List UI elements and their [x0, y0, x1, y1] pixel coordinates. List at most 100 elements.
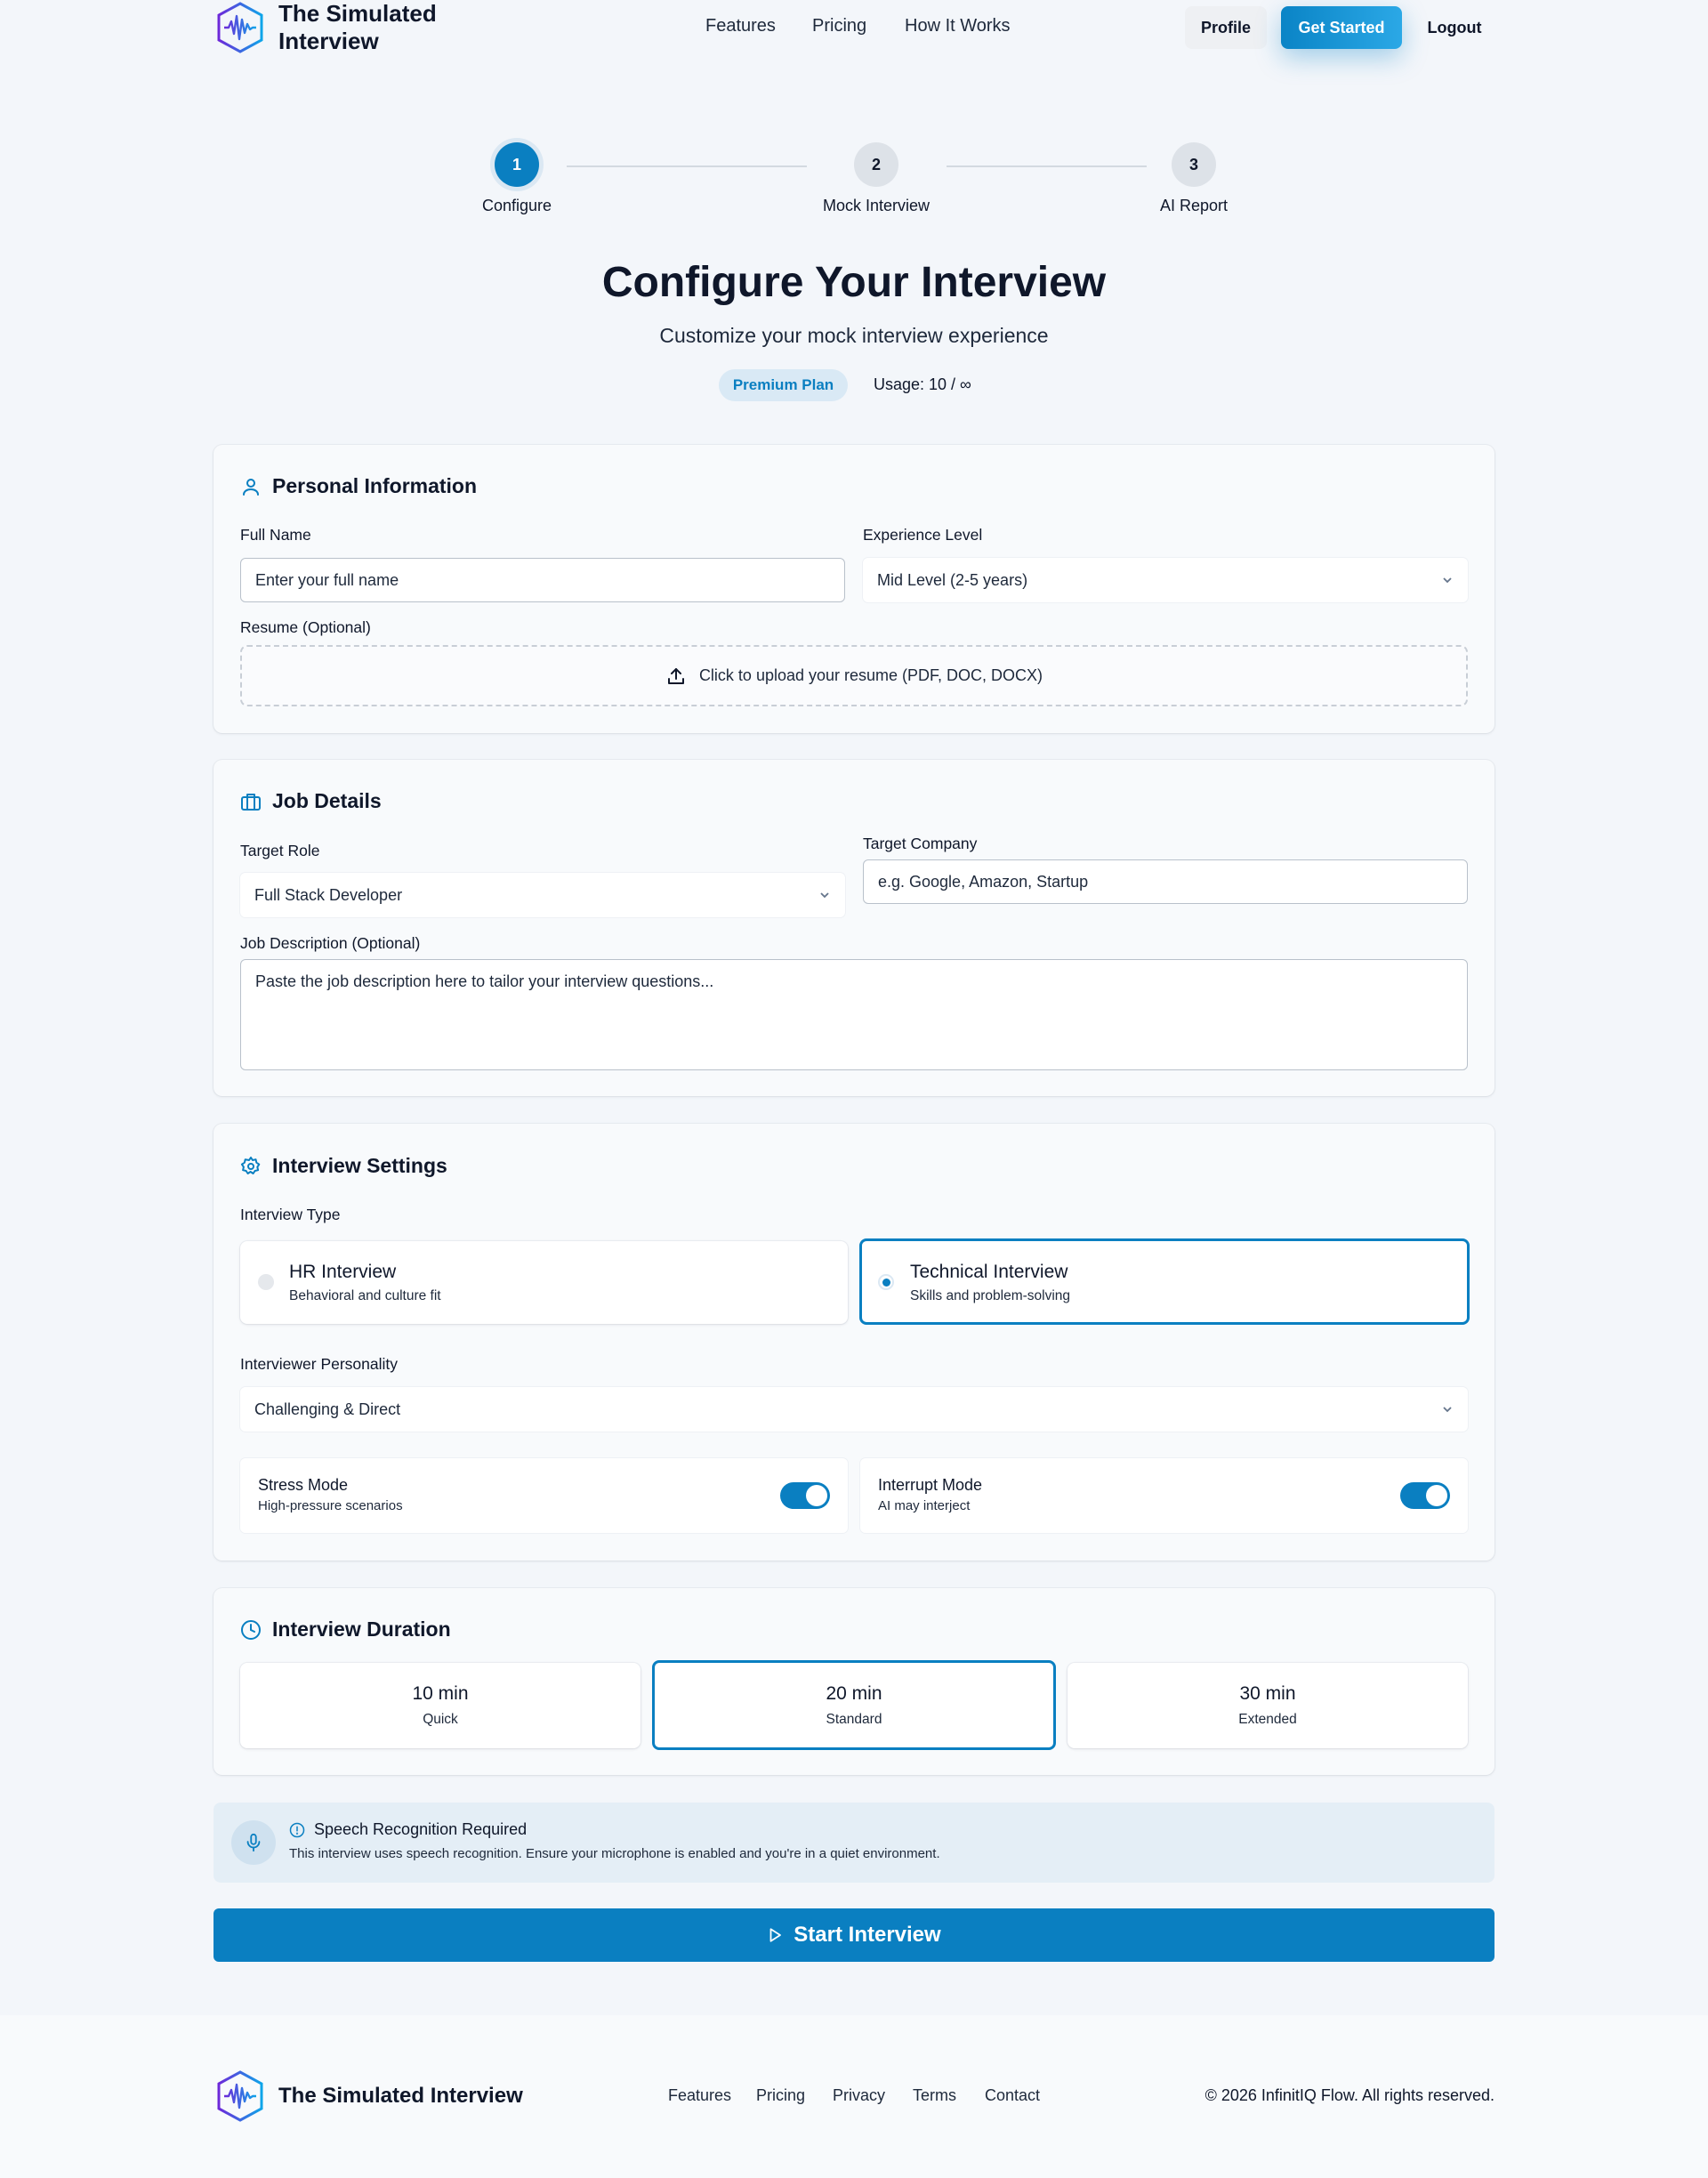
footer-link-contact[interactable]: Contact [985, 2086, 1040, 2105]
start-interview-label: Start Interview [794, 1923, 941, 1947]
target-company-label: Target Company [863, 835, 978, 852]
clock-icon [240, 1619, 262, 1641]
step-3-label: AI Report [1159, 197, 1229, 214]
full-name-label: Full Name [240, 526, 311, 544]
step-connector-2 [947, 165, 1147, 167]
step-3-circle: 3 [1172, 142, 1216, 187]
footer-link-features[interactable]: Features [668, 2086, 731, 2105]
duration-option-10[interactable]: 10 min Quick [240, 1663, 640, 1748]
experience-level-label: Experience Level [863, 526, 983, 544]
step-1-circle: 1 [495, 142, 539, 187]
stress-mode-title: Stress Mode [258, 1476, 349, 1494]
duration-label: Standard [826, 1711, 882, 1727]
duration-value: 20 min [826, 1682, 882, 1704]
page-title: Configure Your Interview [601, 259, 1107, 306]
footer-link-privacy[interactable]: Privacy [833, 2086, 885, 2105]
microphone-icon [244, 1833, 263, 1852]
interview-duration-header: Interview Duration [240, 1617, 451, 1642]
technical-interview-option[interactable]: Technical Interview Skills and problem-s… [859, 1238, 1470, 1325]
footer-brand-name: The Simulated Interview [278, 2084, 523, 2108]
chevron-down-icon [818, 889, 831, 901]
personal-information-header: Personal Information [240, 474, 477, 498]
interviewer-personality-select[interactable]: Challenging & Direct [240, 1387, 1468, 1432]
notice-title: Speech Recognition Required [314, 1820, 528, 1838]
user-icon [240, 476, 262, 497]
microphone-badge [231, 1820, 276, 1865]
step-2-circle: 2 [854, 142, 898, 187]
duration-label: Quick [423, 1712, 458, 1727]
target-role-select[interactable]: Full Stack Developer [240, 873, 845, 917]
resume-upload-text: Click to upload your resume (PDF, DOC, D… [698, 666, 1043, 684]
hr-interview-radio[interactable] [258, 1274, 274, 1290]
page-subtitle: Customize your mock interview experience [659, 324, 1049, 347]
start-interview-button[interactable]: Start Interview [214, 1908, 1494, 1962]
interrupt-mode-toggle[interactable] [1400, 1482, 1450, 1509]
interview-duration-title: Interview Duration [272, 1617, 451, 1641]
interviewer-personality-label: Interviewer Personality [240, 1355, 399, 1373]
target-role-value: Full Stack Developer [254, 885, 403, 904]
stress-mode-row: Stress Mode High-pressure scenarios [240, 1458, 848, 1533]
footer: The Simulated Interview Features Pricing… [0, 2015, 1708, 2178]
footer-link-pricing[interactable]: Pricing [756, 2086, 805, 2105]
waveform-logo-icon [214, 2070, 266, 2122]
copyright: © 2026 InfinitIQ Flow. All rights reserv… [1204, 2086, 1494, 2104]
target-role-label: Target Role [240, 842, 320, 859]
waveform-logo-icon [214, 2, 266, 53]
profile-button[interactable]: Profile [1185, 6, 1267, 49]
nav-features[interactable]: Features [705, 16, 776, 36]
technical-interview-desc: Skills and problem-solving [910, 1288, 1071, 1303]
briefcase-icon [240, 791, 262, 812]
hr-interview-title: HR Interview [289, 1262, 397, 1282]
notice-text: This interview uses speech recognition. … [289, 1846, 940, 1861]
job-description-label: Job Description (Optional) [240, 934, 421, 952]
step-1-label: Configure [481, 197, 552, 214]
full-name-input[interactable]: Enter your full name [240, 558, 845, 602]
info-icon [289, 1822, 305, 1838]
nav-pricing[interactable]: Pricing [812, 16, 866, 36]
hr-interview-desc: Behavioral and culture fit [289, 1288, 441, 1303]
job-description-textarea[interactable]: Paste the job description here to tailor… [240, 959, 1468, 1070]
upload-icon [665, 666, 687, 687]
duration-value: 30 min [1239, 1683, 1296, 1704]
gear-icon [240, 1156, 262, 1177]
plan-badge: Premium Plan [719, 369, 848, 401]
duration-label: Extended [1238, 1712, 1297, 1727]
get-started-button[interactable]: Get Started [1281, 6, 1402, 49]
hr-interview-option[interactable]: HR Interview Behavioral and culture fit [240, 1241, 848, 1324]
interview-type-label: Interview Type [240, 1206, 341, 1223]
experience-level-value: Mid Level (2-5 years) [877, 570, 1028, 589]
technical-interview-radio[interactable] [878, 1274, 894, 1290]
logout-button[interactable]: Logout [1418, 6, 1491, 49]
job-details-header: Job Details [240, 789, 382, 813]
chevron-down-icon [1441, 574, 1454, 586]
footer-logo[interactable]: The Simulated Interview [214, 2070, 523, 2122]
step-connector-1 [567, 165, 807, 167]
interview-settings-title: Interview Settings [272, 1154, 447, 1177]
speech-recognition-notice: Speech Recognition Required This intervi… [214, 1803, 1494, 1883]
nav-how-it-works[interactable]: How It Works [905, 16, 1011, 36]
job-details-title: Job Details [272, 789, 382, 812]
experience-level-select[interactable]: Mid Level (2-5 years) [863, 558, 1468, 602]
interview-settings-header: Interview Settings [240, 1154, 447, 1178]
duration-value: 10 min [412, 1683, 469, 1704]
resume-label: Resume (Optional) [240, 618, 371, 636]
interrupt-mode-desc: AI may interject [878, 1498, 971, 1513]
interrupt-mode-title: Interrupt Mode [878, 1476, 983, 1494]
stress-mode-desc: High-pressure scenarios [258, 1498, 403, 1513]
usage-counter: Usage: 10 / ∞ [874, 375, 971, 393]
brand-name: The Simulated Interview [278, 0, 437, 54]
duration-option-30[interactable]: 30 min Extended [1068, 1663, 1468, 1748]
duration-option-20[interactable]: 20 min Standard [652, 1660, 1056, 1750]
target-company-input[interactable]: e.g. Google, Amazon, Startup [863, 859, 1468, 904]
footer-link-terms[interactable]: Terms [913, 2086, 956, 2105]
play-icon [767, 1927, 783, 1943]
stress-mode-toggle[interactable] [780, 1482, 830, 1509]
technical-interview-title: Technical Interview [910, 1262, 1068, 1282]
header-logo[interactable]: The Simulated Interview [214, 0, 535, 54]
interrupt-mode-row: Interrupt Mode AI may interject [860, 1458, 1468, 1533]
personal-information-title: Personal Information [272, 474, 478, 497]
step-2-label: Mock Interview [822, 197, 931, 214]
resume-upload-area[interactable]: Click to upload your resume (PDF, DOC, D… [240, 645, 1468, 706]
interviewer-personality-value: Challenging & Direct [254, 1400, 401, 1418]
notice-title-row: Speech Recognition Required [289, 1820, 527, 1839]
